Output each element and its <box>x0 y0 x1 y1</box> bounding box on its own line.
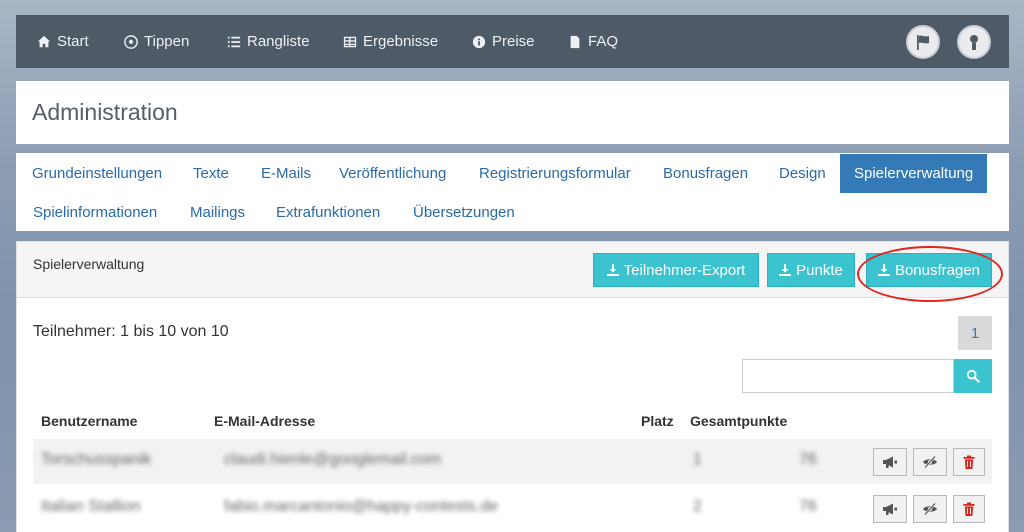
user-profile-button[interactable] <box>957 25 991 59</box>
info-icon <box>472 35 486 48</box>
tab-design[interactable]: Design <box>779 154 826 193</box>
download-icon <box>779 264 792 276</box>
nav-rangliste[interactable]: Rangliste <box>227 15 310 68</box>
nav-ergebnisse-label: Ergebnisse <box>363 33 439 50</box>
nav-preise-label: Preise <box>492 33 535 50</box>
hide-player-button[interactable] <box>913 495 947 523</box>
file-icon <box>570 35 580 48</box>
row-place: 2 <box>693 498 702 515</box>
nav-tippen[interactable]: Tippen <box>124 15 189 68</box>
megaphone-icon <box>883 503 897 515</box>
eye-slash-icon <box>923 455 937 469</box>
points-export-label: Punkte <box>796 261 843 279</box>
nav-faq-label: FAQ <box>588 33 619 50</box>
row-username: Italian Stallion <box>41 498 141 515</box>
row-place: 1 <box>693 451 702 468</box>
soccer-ball-icon <box>124 34 138 49</box>
column-header-points[interactable]: Gesamtpunkte <box>690 413 787 429</box>
row-email: fabio.marcantonio@happy-contests.de <box>224 498 499 515</box>
tab-extrafunktionen[interactable]: Extrafunktionen <box>276 193 380 232</box>
panel-header: Spielerverwaltung Teilnehmer-Export Punk… <box>17 242 1008 302</box>
trash-icon <box>963 502 975 516</box>
megaphone-icon <box>883 456 897 468</box>
nav-start-label: Start <box>57 33 89 50</box>
list-icon <box>227 36 241 47</box>
nav-faq[interactable]: FAQ <box>568 15 618 68</box>
top-navbar: Start Tippen Rangliste Ergebnisse Preise… <box>16 15 1009 68</box>
points-export-button[interactable]: Punkte <box>767 253 855 287</box>
column-header-username[interactable]: Benutzername <box>41 413 137 429</box>
participant-export-label: Teilnehmer-Export <box>623 261 746 279</box>
tab-grundeinstellungen[interactable]: Grundeinstellungen <box>32 154 162 193</box>
page-title: Administration <box>32 99 178 125</box>
participant-count: Teilnehmer: 1 bis 10 von 10 <box>33 323 229 340</box>
tab-spielerverwaltung[interactable]: Spielerverwaltung <box>840 154 988 193</box>
language-flag-button[interactable] <box>906 25 940 59</box>
nav-start[interactable]: Start <box>37 15 89 68</box>
delete-player-button[interactable] <box>953 495 985 523</box>
table-row: Torschusspanik claudi.hienle@googlemail.… <box>33 439 992 484</box>
table-icon <box>343 36 357 47</box>
nav-preise[interactable]: Preise <box>472 15 535 68</box>
trash-icon <box>963 455 975 469</box>
tab-spielinformationen[interactable]: Spielinformationen <box>33 193 157 232</box>
user-icon <box>970 35 978 50</box>
tab-mailings[interactable]: Mailings <box>190 193 245 232</box>
nav-tippen-label: Tippen <box>144 33 190 50</box>
tab-veroeffentlichung[interactable]: Veröffentlichung <box>339 154 446 193</box>
search-input[interactable] <box>742 359 954 393</box>
tab-uebersetzungen[interactable]: Übersetzungen <box>413 193 515 232</box>
column-header-place[interactable]: Platz <box>641 413 674 429</box>
admin-tabs: Grundeinstellungen Texte E-Mails Veröffe… <box>16 153 1009 231</box>
download-icon <box>877 264 890 276</box>
player-management-panel: Spielerverwaltung Teilnehmer-Export Punk… <box>16 241 1009 532</box>
search-button[interactable] <box>954 359 992 393</box>
participant-export-button[interactable]: Teilnehmer-Export <box>593 253 759 287</box>
row-username: Torschusspanik <box>41 451 152 468</box>
bonus-questions-export-button[interactable]: Bonusfragen <box>866 253 992 287</box>
table-row: Italian Stallion fabio.marcantonio@happy… <box>33 486 992 531</box>
tab-texte[interactable]: Texte <box>193 154 229 193</box>
eye-slash-icon <box>923 502 937 516</box>
tab-e-mails[interactable]: E-Mails <box>261 154 311 193</box>
search-icon <box>966 369 980 383</box>
panel-heading: Spielerverwaltung <box>33 256 145 272</box>
nav-ergebnisse[interactable]: Ergebnisse <box>343 15 438 68</box>
row-points: 76 <box>799 498 817 515</box>
tab-registrierungsformular[interactable]: Registrierungsformular <box>479 154 631 193</box>
nav-rangliste-label: Rangliste <box>247 33 310 50</box>
row-points: 76 <box>799 451 817 468</box>
home-icon <box>37 35 51 47</box>
hide-player-button[interactable] <box>913 448 947 476</box>
download-icon <box>606 264 619 276</box>
notify-player-button[interactable] <box>873 448 907 476</box>
tab-bonusfragen[interactable]: Bonusfragen <box>663 154 748 193</box>
flag-icon <box>917 35 929 50</box>
delete-player-button[interactable] <box>953 448 985 476</box>
bonus-questions-export-label: Bonusfragen <box>894 261 981 279</box>
notify-player-button[interactable] <box>873 495 907 523</box>
title-panel: Administration <box>16 81 1009 144</box>
row-email: claudi.hienle@googlemail.com <box>224 451 442 468</box>
pagination-page-1[interactable]: 1 <box>958 316 992 350</box>
column-header-email[interactable]: E-Mail-Adresse <box>214 413 315 429</box>
